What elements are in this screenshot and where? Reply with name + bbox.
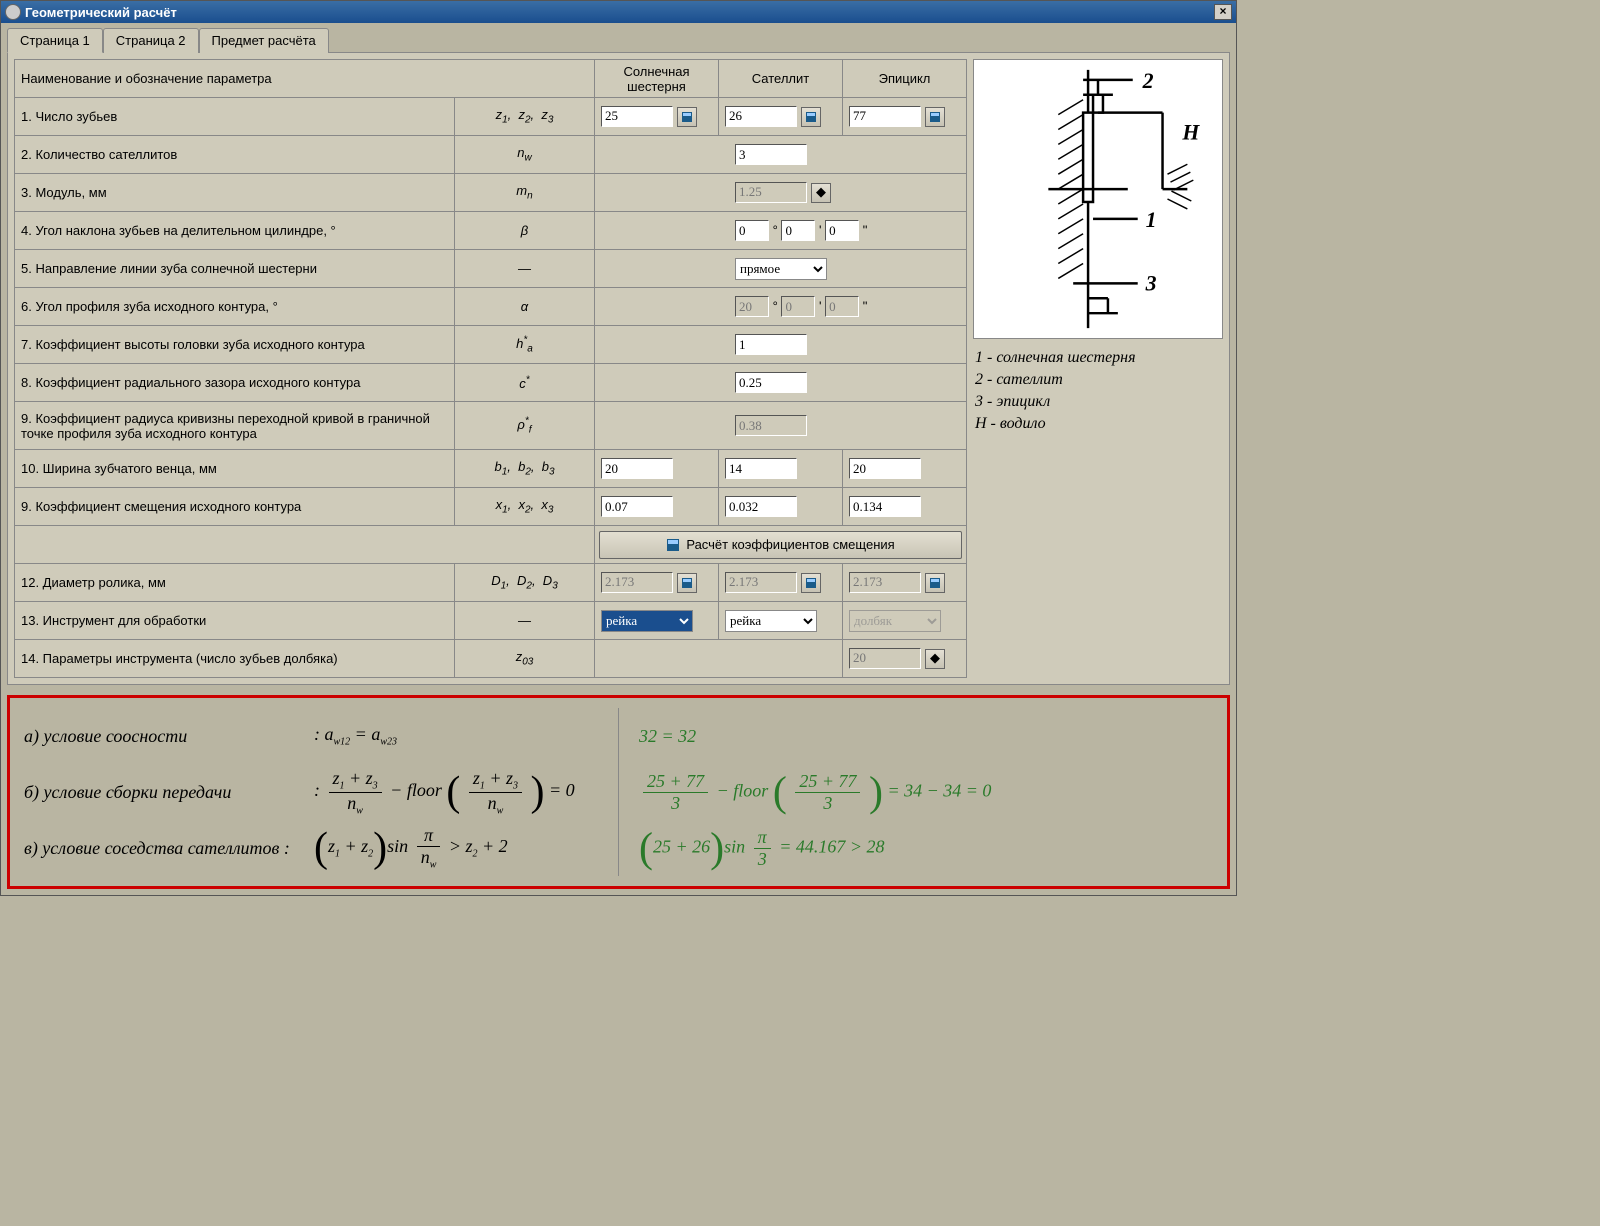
close-button[interactable]: × — [1214, 4, 1232, 20]
tool3-select: долбяк — [849, 610, 941, 632]
d1-input — [601, 572, 673, 593]
ha-input[interactable] — [735, 334, 807, 355]
r3-label: 3. Модуль, мм — [15, 174, 455, 212]
calc-shift-button[interactable]: Расчёт коэффициентов смещения — [599, 531, 962, 559]
r5-label: 5. Направление линии зуба солнечной шест… — [15, 250, 455, 288]
eraser-icon[interactable]: ◆ — [925, 649, 945, 669]
r10-label: 10. Ширина зубчатого венца, мм — [15, 450, 455, 488]
tab-strip: Страница 1 Страница 2 Предмет расчёта — [7, 27, 1230, 52]
eraser-icon[interactable]: ◆ — [811, 183, 831, 203]
x1-input[interactable] — [601, 496, 673, 517]
gear-diagram: 2 H 1 3 — [973, 59, 1223, 339]
d3-input — [849, 572, 921, 593]
cond-a-result: 32 = 32 — [639, 726, 696, 747]
header-name: Наименование и обозначение параметра — [15, 60, 595, 98]
r6-sym: α — [455, 288, 595, 326]
z03-input — [849, 648, 921, 669]
calc-icon[interactable] — [677, 107, 697, 127]
params-table: Наименование и обозначение параметра Сол… — [14, 59, 967, 678]
r11-label: 9. Коэффициент смещения исходного контур… — [15, 488, 455, 526]
b1-input[interactable] — [601, 458, 673, 479]
cond-a-label: а) условие соосности — [24, 726, 314, 747]
r12-sym: D1, D2, D3 — [455, 564, 595, 602]
alpha-min — [781, 296, 815, 317]
cond-c-label: в) условие соседства сателлитов : — [24, 838, 314, 859]
beta-min[interactable] — [781, 220, 815, 241]
titlebar: Геометрический расчёт × — [1, 1, 1236, 23]
svg-text:3: 3 — [1145, 271, 1157, 295]
calc-icon[interactable] — [925, 573, 945, 593]
cond-a-expr: : aw12 = aw23 — [314, 724, 397, 748]
diagram-legend: 1 - солнечная шестерня 2 - сателлит 3 - … — [973, 343, 1223, 439]
alpha-sec — [825, 296, 859, 317]
r14-sym: z03 — [455, 640, 595, 678]
window-title: Геометрический расчёт — [25, 5, 1214, 20]
svg-text:2: 2 — [1142, 69, 1154, 93]
r14-label: 14. Параметры инструмента (число зубьев … — [15, 640, 455, 678]
svg-text:H: H — [1181, 120, 1200, 144]
tool2-select[interactable]: рейка — [725, 610, 817, 632]
header-epi: Эпицикл — [843, 60, 967, 98]
r13-sym: — — [455, 602, 595, 640]
r2-label: 2. Количество сателлитов — [15, 136, 455, 174]
r4-sym: β — [455, 212, 595, 250]
calc-icon[interactable] — [801, 107, 821, 127]
tab-content: Наименование и обозначение параметра Сол… — [7, 52, 1230, 685]
r13-label: 13. Инструмент для обработки — [15, 602, 455, 640]
calc-icon[interactable] — [925, 107, 945, 127]
r7-sym: h*a — [455, 326, 595, 364]
direction-select[interactable]: прямое — [735, 258, 827, 280]
nw-input[interactable] — [735, 144, 807, 165]
conditions-panel: а) условие соосности : aw12 = aw23 б) ус… — [7, 695, 1230, 889]
tab-page1[interactable]: Страница 1 — [7, 28, 103, 53]
beta-sec[interactable] — [825, 220, 859, 241]
r9-label: 9. Коэффициент радиуса кривизны переходн… — [15, 402, 455, 450]
calc-icon[interactable] — [677, 573, 697, 593]
d2-input — [725, 572, 797, 593]
c-input[interactable] — [735, 372, 807, 393]
r9-sym: ρ*f — [455, 402, 595, 450]
r7-label: 7. Коэффициент высоты головки зуба исход… — [15, 326, 455, 364]
app-icon — [5, 4, 21, 20]
x3-input[interactable] — [849, 496, 921, 517]
header-sun: Солнечная шестерня — [595, 60, 719, 98]
rho-input — [735, 415, 807, 436]
r8-label: 8. Коэффициент радиального зазора исходн… — [15, 364, 455, 402]
r4-label: 4. Угол наклона зубьев на делительном ци… — [15, 212, 455, 250]
header-sat: Сателлит — [719, 60, 843, 98]
cond-c-expr: (z1 + z2)sin πnw > z2 + 2 — [314, 825, 508, 871]
z3-input[interactable] — [849, 106, 921, 127]
r1-label: 1. Число зубьев — [15, 98, 455, 136]
cond-b-expr: : z1 + z3nw − floor ( z1 + z3nw ) = 0 — [314, 768, 575, 816]
r10-sym: b1, b2, b3 — [455, 450, 595, 488]
r6-label: 6. Угол профиля зуба исходного контура, … — [15, 288, 455, 326]
beta-deg[interactable] — [735, 220, 769, 241]
tab-subject[interactable]: Предмет расчёта — [199, 28, 329, 53]
x2-input[interactable] — [725, 496, 797, 517]
alpha-deg — [735, 296, 769, 317]
calc-icon[interactable] — [801, 573, 821, 593]
z2-input[interactable] — [725, 106, 797, 127]
b2-input[interactable] — [725, 458, 797, 479]
r3-sym: mn — [455, 174, 595, 212]
tab-page2[interactable]: Страница 2 — [103, 28, 199, 53]
cond-c-result: (25 + 26)sin π3 = 44.167 > 28 — [639, 827, 885, 870]
r5-sym: — — [455, 250, 595, 288]
tool1-select[interactable]: рейка — [601, 610, 693, 632]
r11-sym: x1, x2, x3 — [455, 488, 595, 526]
r2-sym: nw — [455, 136, 595, 174]
mn-input — [735, 182, 807, 203]
svg-text:1: 1 — [1146, 208, 1157, 232]
cond-b-label: б) условие сборки передачи — [24, 782, 314, 803]
b3-input[interactable] — [849, 458, 921, 479]
r12-label: 12. Диаметр ролика, мм — [15, 564, 455, 602]
r1-sym: z1, z2, z3 — [455, 98, 595, 136]
calc-icon — [666, 538, 680, 552]
cond-b-result: 25 + 773 − floor ( 25 + 773 ) = 34 − 34 … — [639, 771, 991, 814]
z1-input[interactable] — [601, 106, 673, 127]
r8-sym: c* — [455, 364, 595, 402]
